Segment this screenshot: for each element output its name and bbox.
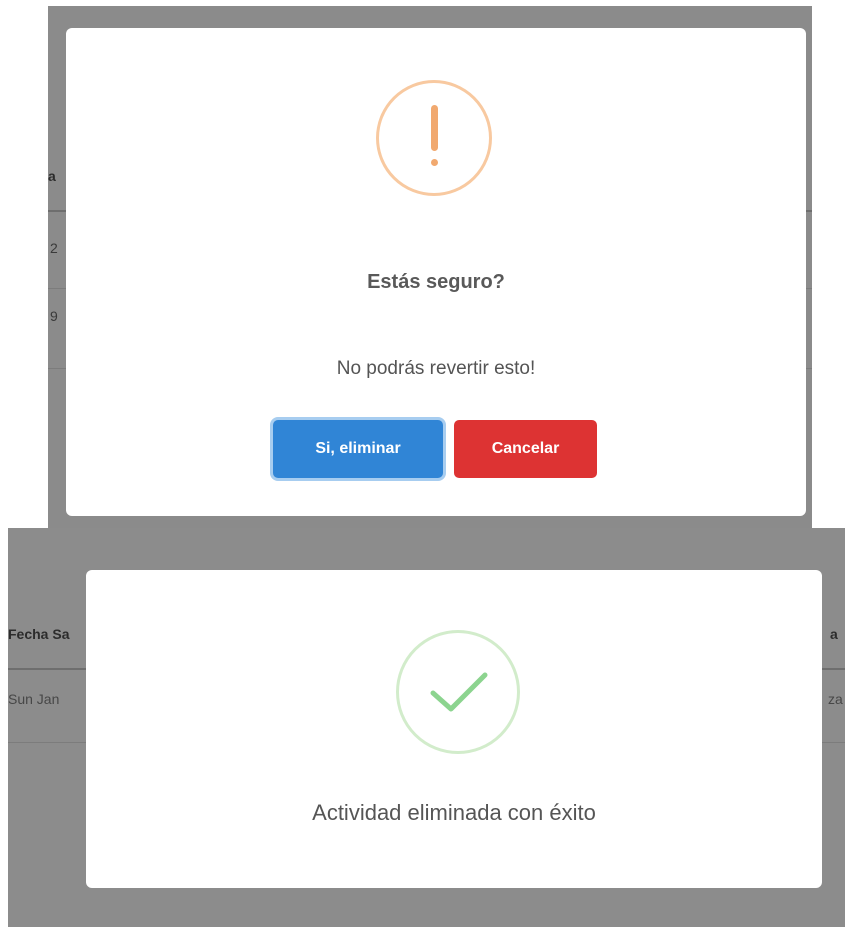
- success-message: Actividad eliminada con éxito: [312, 800, 596, 825]
- screenshot-success-dialog: Fecha Sa a Sun Jan za Actividad eliminad…: [8, 528, 845, 927]
- confirm-delete-modal: Estás seguro? No podrás revertir esto! S…: [66, 28, 806, 516]
- modal-message: No podrás revertir esto!: [336, 358, 536, 379]
- background-header-fragment: a: [48, 168, 56, 184]
- background-header-fragment: Fecha Sa: [8, 626, 70, 642]
- background-table-cell: Sun Jan: [8, 691, 60, 707]
- background-table-cell: 9: [50, 308, 58, 324]
- screenshot-confirm-dialog: a 2 9 Estás seguro? No podrás revertir e…: [48, 6, 812, 528]
- background-table-cell: 2: [50, 240, 58, 256]
- modal-title: Estás seguro?: [367, 271, 505, 293]
- exclamation-icon: [376, 80, 492, 196]
- confirm-delete-button[interactable]: Si, eliminar: [273, 420, 443, 478]
- success-modal: Actividad eliminada con éxito: [86, 570, 822, 888]
- background-header-fragment: a: [830, 626, 838, 642]
- checkmark-icon: [396, 630, 520, 754]
- cancel-button[interactable]: Cancelar: [454, 420, 597, 478]
- background-table-cell: za: [828, 691, 843, 707]
